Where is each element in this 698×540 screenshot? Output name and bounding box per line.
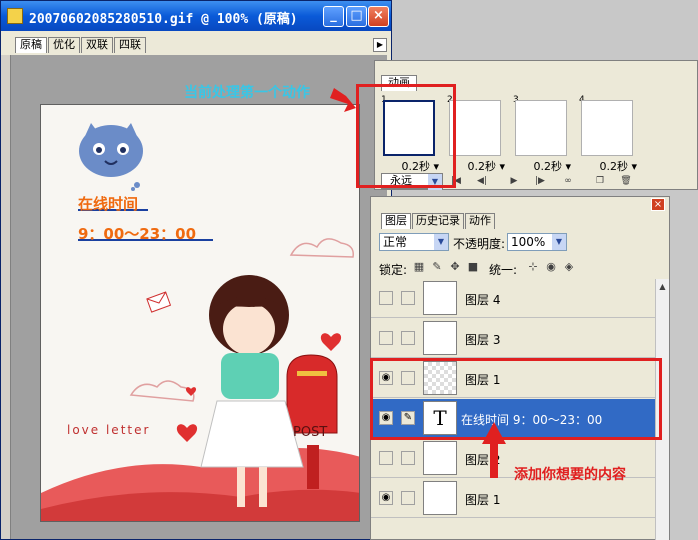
annotation-arrows <box>330 88 506 478</box>
arrow-right-icon <box>330 88 356 112</box>
arrow-up-icon <box>482 422 506 478</box>
